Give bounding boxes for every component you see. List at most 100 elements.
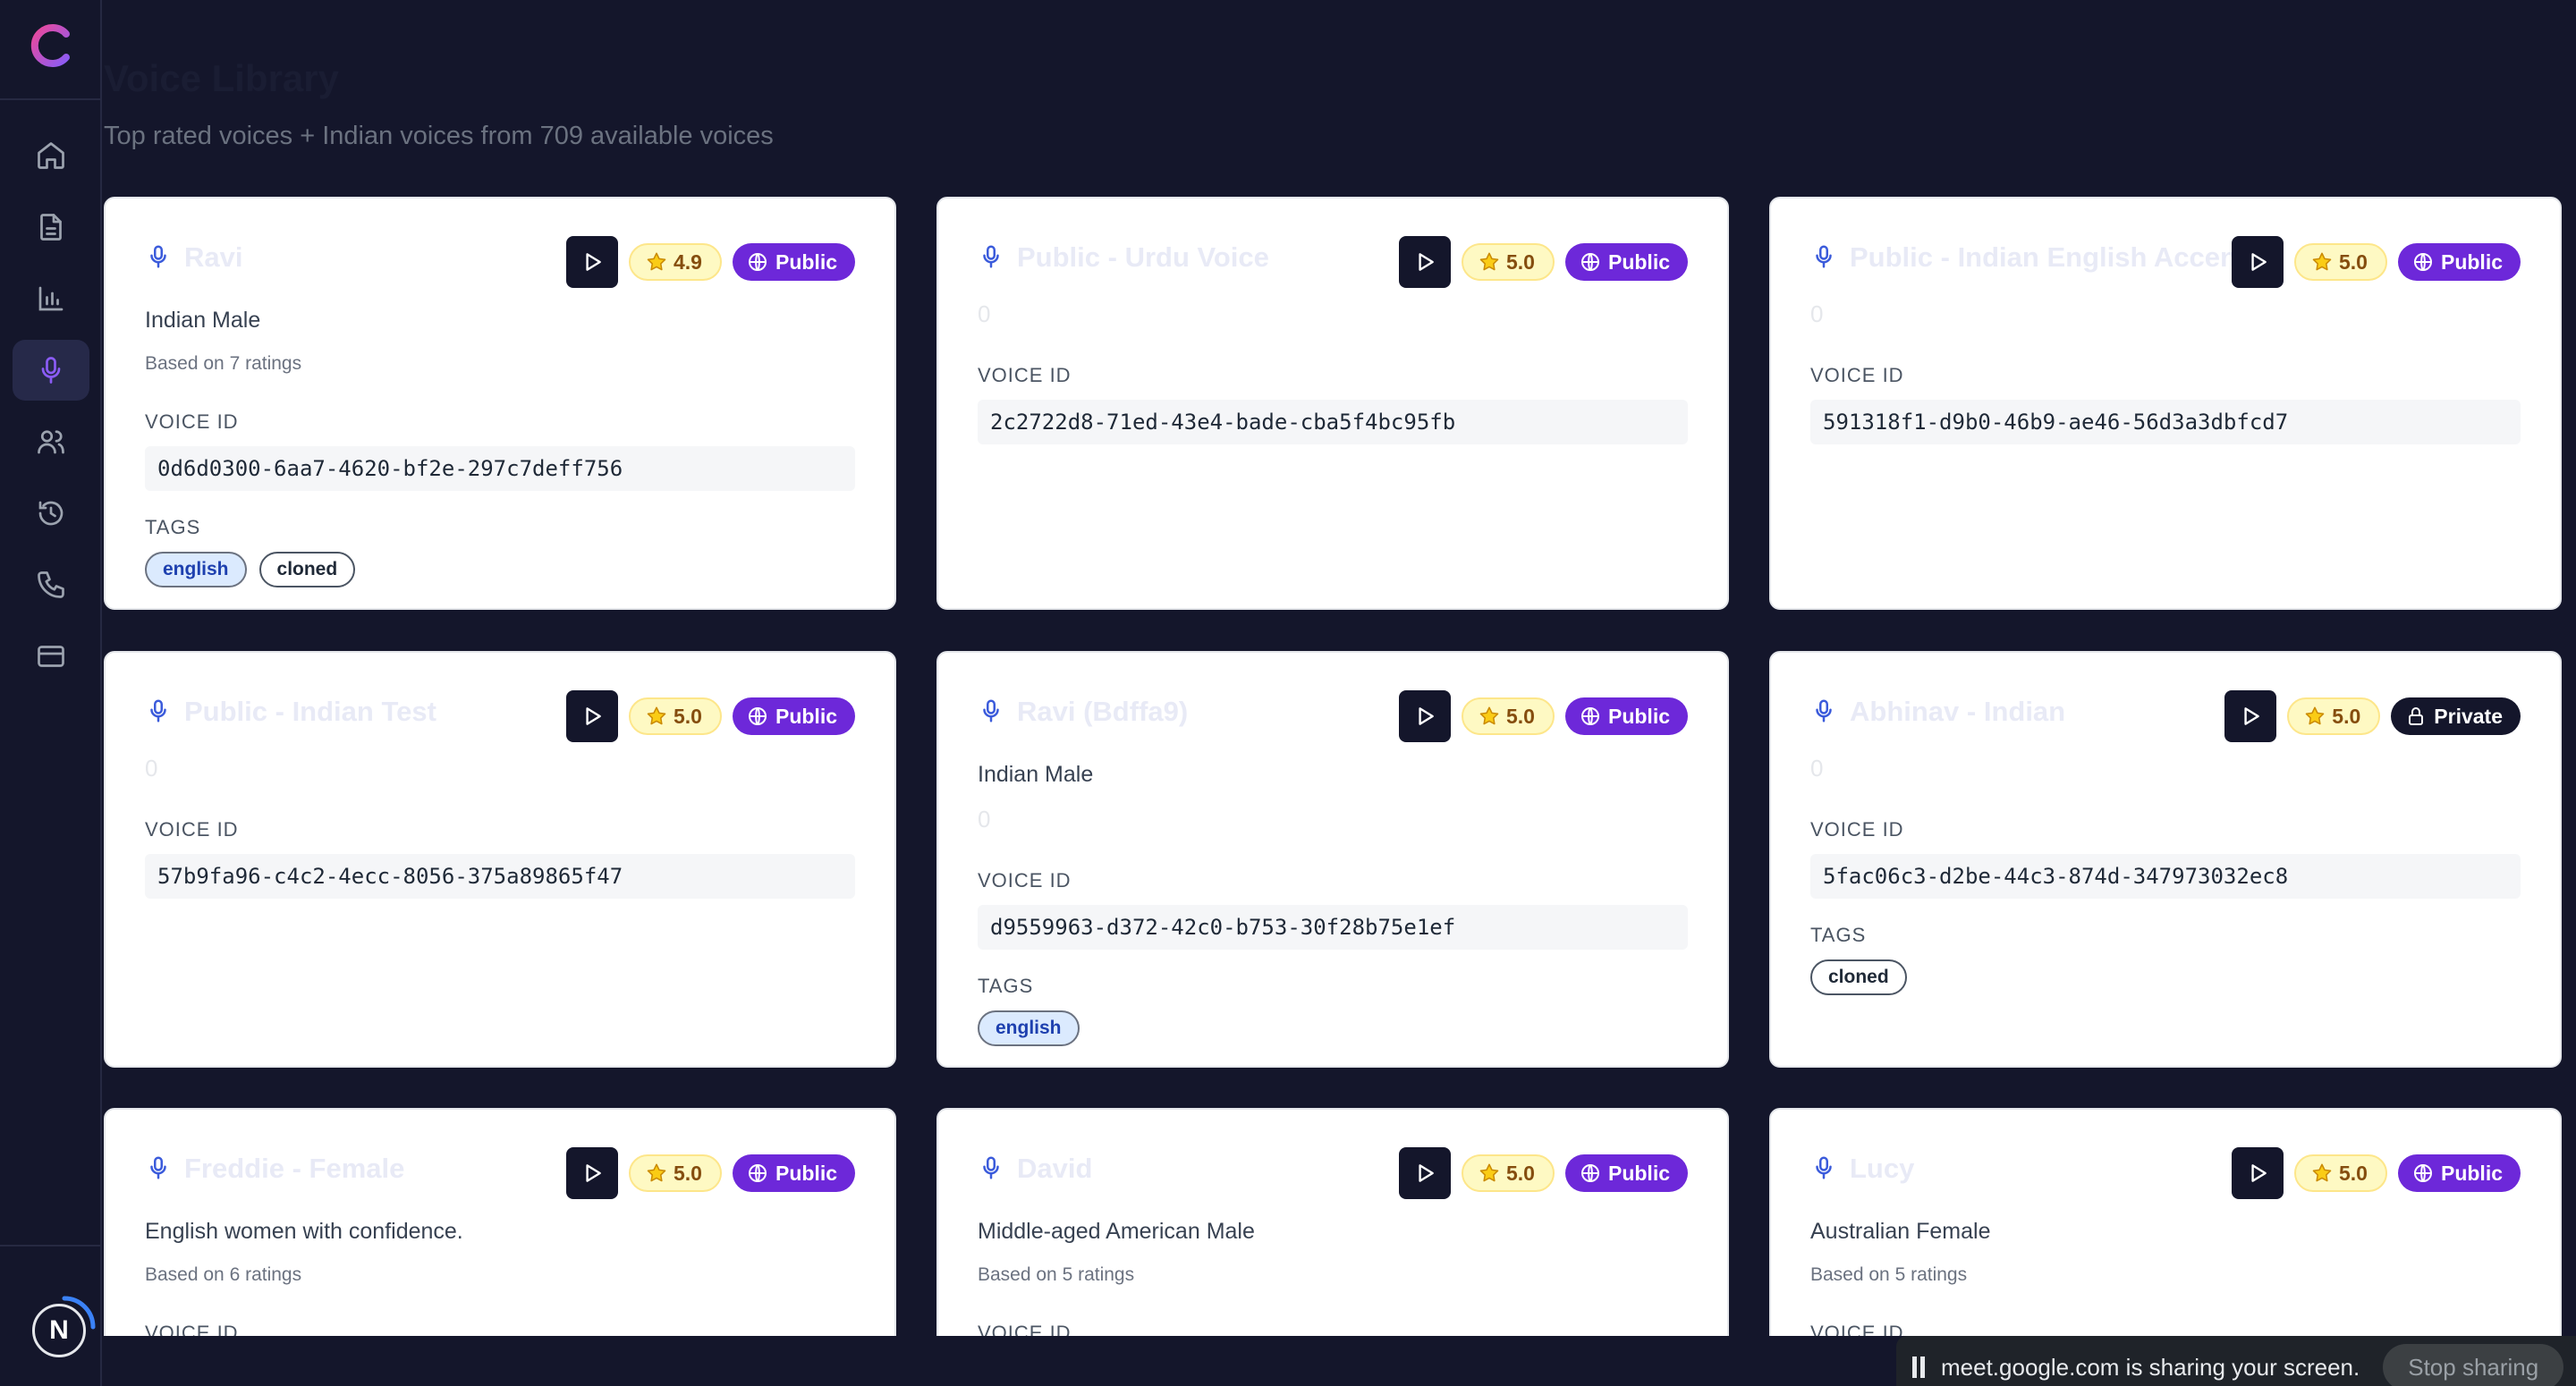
play-icon [1419, 253, 1434, 271]
globe-icon [1580, 253, 1599, 271]
visibility-label: Public [2440, 1161, 2503, 1185]
ratings-count: 0 [978, 806, 991, 832]
play-icon [586, 1164, 601, 1182]
voice-card[interactable]: Ravi (Bdffa9) 5.0 Public Indian Male 0 VOICE … [936, 651, 1729, 1068]
sidebar-item-documents[interactable] [13, 197, 89, 258]
rating-badge: 5.0 [2294, 243, 2387, 281]
voice-card[interactable]: Abhinav - Indian 5.0 Private 0 VOICE ID 5fac0… [1769, 651, 2562, 1068]
visibility-label: Public [775, 1161, 837, 1185]
sidebar-item-voices[interactable] [13, 340, 89, 401]
voice-id-label: VOICE ID [978, 869, 1072, 892]
home-icon [38, 142, 64, 169]
play-button[interactable] [1399, 236, 1451, 288]
voice-id-value[interactable]: 2c2722d8-71ed-43e4-bade-cba5f4bc95fb [978, 400, 1688, 444]
play-button[interactable] [566, 690, 618, 742]
visibility-label: Public [775, 704, 837, 728]
sidebar-item-home[interactable] [13, 125, 89, 186]
play-icon [2251, 1164, 2267, 1182]
rating-value: 5.0 [674, 704, 702, 728]
voice-id-value[interactable]: 57b9fa96-c4c2-4ecc-8056-375a89865f47 [145, 854, 855, 899]
star-icon [2312, 1163, 2332, 1182]
star-icon [2312, 252, 2332, 271]
microphone-icon [983, 245, 999, 268]
card-header: David 5.0 Public [978, 1110, 1688, 1199]
tag-cloned[interactable]: cloned [258, 552, 356, 587]
star-icon [1479, 706, 1499, 725]
voice-id-value[interactable]: 5fac06c3-d2be-44c3-874d-347973032ec8 [1810, 854, 2521, 899]
voice-card[interactable]: Ravi 4.9 Public Indian Male Based on 7 ratin… [104, 197, 896, 610]
globe-icon [748, 707, 767, 725]
rating-badge: 5.0 [1462, 697, 1555, 735]
ratings-count: Based on 7 ratings [145, 353, 302, 374]
voice-card[interactable]: Public - Indian Test 5.0 Public 0 VOICE ID 57… [104, 651, 896, 1068]
tag-english[interactable]: english [145, 552, 247, 587]
avatar[interactable]: N [32, 1304, 86, 1357]
voice-card[interactable]: David 5.0 Public Middle-aged American Male B… [936, 1108, 1729, 1336]
play-button[interactable] [1399, 1147, 1451, 1199]
tags-label: TAGS [145, 516, 201, 538]
play-button[interactable] [2224, 690, 2277, 742]
sidebar-item-users[interactable] [13, 411, 89, 472]
user-menu[interactable]: N [29, 1295, 97, 1363]
play-button[interactable] [566, 1147, 618, 1199]
voice-id-label: VOICE ID [1810, 364, 1904, 386]
microphone-icon [150, 699, 166, 723]
tag-cloned[interactable]: cloned [1810, 959, 1907, 995]
tag-english[interactable]: english [978, 1010, 1080, 1046]
voice-name: Abhinav - Indian [1850, 696, 2066, 727]
tags-label: TAGS [1810, 924, 1867, 946]
voice-card[interactable]: Public - Urdu Voice 5.0 Public 0 VOICE ID 2c2… [936, 197, 1729, 610]
globe-icon [748, 1164, 767, 1182]
rating-value: 5.0 [1506, 704, 1535, 728]
page-subtitle: Top rated voices + Indian voices from 70… [104, 122, 774, 150]
ratings-count: 0 [145, 755, 158, 782]
voice-id-value[interactable]: 0d6d0300-6aa7-4620-bf2e-297c7deff756 [145, 446, 855, 491]
sidebar-item-billing[interactable] [13, 626, 89, 687]
play-icon [586, 253, 601, 271]
voice-id-label: VOICE ID [1810, 1322, 1904, 1336]
voice-card[interactable]: Lucy 5.0 Public Australian Female Based on 5… [1769, 1108, 2562, 1336]
credit-card-icon [38, 646, 64, 667]
sidebar-item-calls[interactable] [13, 554, 89, 615]
visibility-badge: Public [732, 1154, 855, 1192]
rating-badge: 5.0 [2287, 697, 2381, 735]
voice-id-value[interactable]: 591318f1-d9b0-46b9-ae46-56d3a3dbfcd7 [1810, 400, 2521, 444]
play-icon [1419, 1164, 1434, 1182]
play-button[interactable] [1399, 690, 1451, 742]
voice-id-label: VOICE ID [145, 410, 239, 433]
card-actions: 4.9 Public [566, 236, 855, 288]
stop-sharing-button[interactable]: Stop sharing [2383, 1344, 2564, 1386]
app-logo[interactable] [27, 21, 75, 70]
microphone-icon [983, 1156, 999, 1179]
voice-id-label: VOICE ID [978, 1322, 1072, 1336]
card-header: Public - Urdu Voice 5.0 Public [978, 199, 1688, 288]
globe-icon [2413, 253, 2432, 271]
play-icon [1419, 707, 1434, 725]
play-button[interactable] [566, 236, 618, 288]
tags-label: TAGS [978, 975, 1034, 997]
card-header: Lucy 5.0 Public [1810, 1110, 2521, 1199]
card-header: Freddie - Female 5.0 Public [145, 1110, 855, 1199]
voice-description: Middle-aged American Male [978, 1219, 1255, 1244]
sidebar: N [0, 0, 102, 1386]
play-button[interactable] [2232, 1147, 2284, 1199]
star-icon [647, 706, 666, 725]
voice-card[interactable]: Freddie - Female 5.0 Public English women w… [104, 1108, 896, 1336]
voice-id-label: VOICE ID [145, 818, 239, 841]
voice-id-value[interactable]: d9559963-d372-42c0-b753-30f28b75e1ef [978, 905, 1688, 950]
microphone-icon [150, 1156, 166, 1179]
visibility-label: Public [1607, 249, 1670, 274]
microphone-icon [41, 357, 61, 384]
voice-id-label: VOICE ID [978, 364, 1072, 386]
voice-card[interactable]: Public - Indian English Accent 5.0 Public 0… [1769, 197, 2562, 610]
ratings-count: 0 [978, 300, 991, 327]
play-button[interactable] [2232, 236, 2284, 288]
card-actions: 5.0 Private [2224, 690, 2521, 742]
ratings-count: Based on 6 ratings [145, 1264, 302, 1285]
card-header: Ravi (Bdffa9) 5.0 Public [978, 653, 1688, 742]
rating-badge: 4.9 [629, 243, 722, 281]
visibility-badge: Public [732, 243, 855, 281]
card-actions: 5.0 Public [1399, 1147, 1688, 1199]
sidebar-item-history[interactable] [13, 483, 89, 544]
sidebar-item-analytics[interactable] [13, 268, 89, 329]
